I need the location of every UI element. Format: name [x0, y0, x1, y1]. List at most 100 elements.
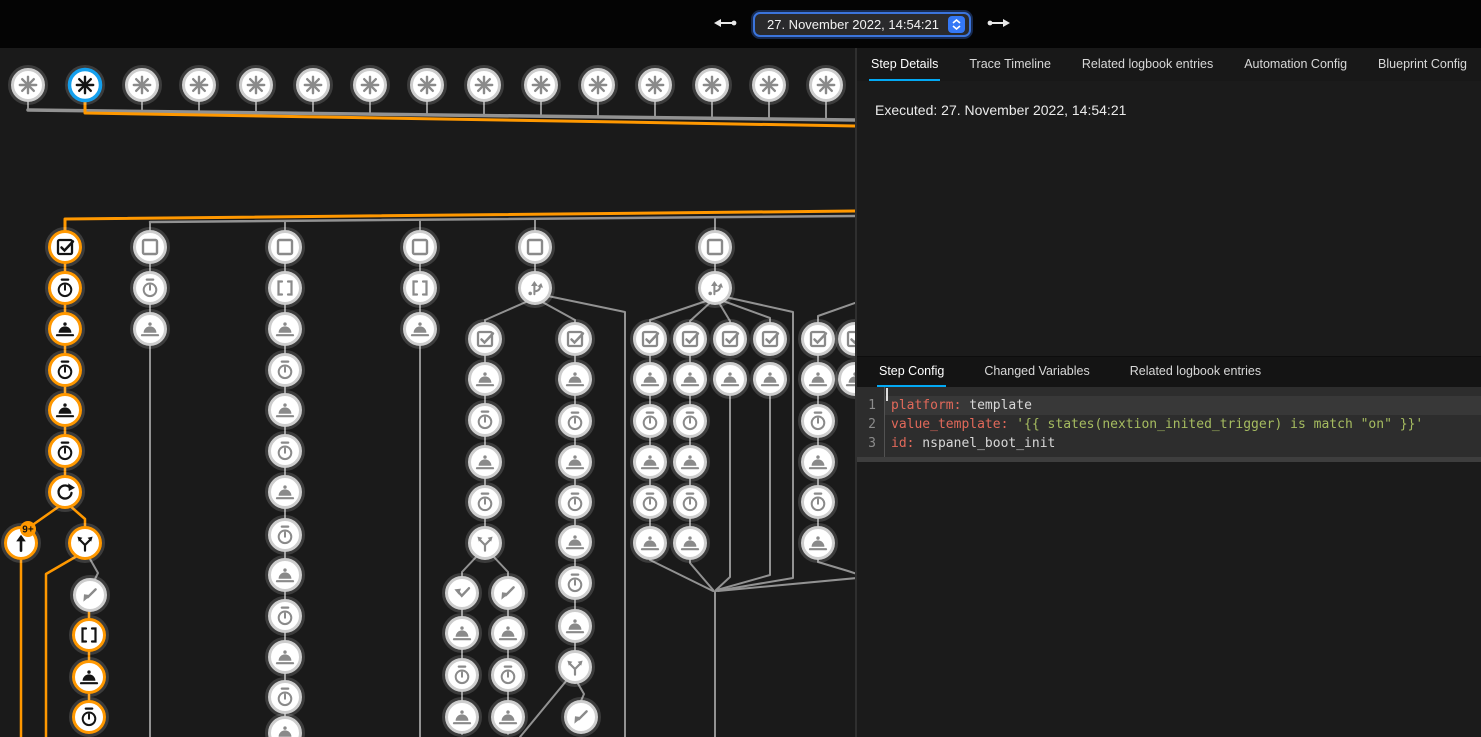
graph-node-dome-icon[interactable]	[490, 615, 527, 652]
graph-node-call-split-icon[interactable]	[67, 525, 104, 562]
code-line[interactable]: 2value_template: '{{ states(nextion_init…	[857, 415, 1481, 434]
graph-node-arrow-decision-icon[interactable]	[697, 270, 734, 307]
graph-node-call-split-icon[interactable]	[467, 525, 504, 562]
graph-node-dome-icon[interactable]	[837, 361, 856, 398]
graph-node-square-icon[interactable]	[132, 229, 169, 266]
graph-node-timer-icon[interactable]	[557, 403, 594, 440]
graph-node-arrow-check-icon[interactable]	[444, 575, 481, 612]
graph-node-asterisk-icon[interactable]	[10, 67, 47, 104]
yaml-code-editor[interactable]: 1platform: template2value_template: '{{ …	[857, 387, 1481, 462]
previous-run-button[interactable]	[712, 15, 740, 34]
graph-node-asterisk-icon[interactable]	[466, 67, 503, 104]
graph-node-timer-icon[interactable]	[557, 484, 594, 521]
graph-node-asterisk-icon[interactable]	[751, 67, 788, 104]
graph-node-asterisk-icon[interactable]	[523, 67, 560, 104]
tab-trace-timeline[interactable]: Trace Timeline	[967, 48, 1053, 81]
graph-node-dome-icon[interactable]	[672, 444, 709, 481]
graph-node-checkbox-icon[interactable]	[800, 321, 837, 358]
graph-node-checkbox-icon[interactable]	[632, 321, 669, 358]
graph-node-dome-icon[interactable]	[267, 715, 304, 737]
graph-node-dome-icon[interactable]	[632, 444, 669, 481]
graph-node-checkbox-icon[interactable]	[837, 321, 856, 358]
graph-node-timer-icon[interactable]	[132, 270, 169, 307]
graph-node-dome-icon[interactable]	[672, 525, 709, 562]
graph-node-asterisk-icon[interactable]	[352, 67, 389, 104]
graph-node-asterisk-icon[interactable]	[580, 67, 617, 104]
graph-node-brackets-icon[interactable]	[402, 270, 439, 307]
graph-node-checkbox-icon[interactable]	[752, 321, 789, 358]
graph-node-timer-icon[interactable]	[800, 484, 837, 521]
graph-node-checkbox-icon[interactable]	[47, 229, 84, 266]
graph-node-square-icon[interactable]	[402, 229, 439, 266]
tab-changed-variables[interactable]: Changed Variables	[982, 357, 1091, 387]
graph-node-timer-icon[interactable]	[672, 403, 709, 440]
code-line[interactable]: 3id: nspanel_boot_init	[857, 434, 1481, 453]
graph-node-timer-icon[interactable]	[467, 402, 504, 439]
graph-node-timer-icon[interactable]	[632, 403, 669, 440]
graph-node-dome-icon[interactable]	[444, 615, 481, 652]
graph-node-asterisk-icon[interactable]	[694, 67, 731, 104]
graph-node-asterisk-icon[interactable]	[238, 67, 275, 104]
graph-node-checkbox-icon[interactable]	[672, 321, 709, 358]
graph-node-checkbox-icon[interactable]	[557, 321, 594, 358]
graph-node-dome-icon[interactable]	[632, 361, 669, 398]
next-run-button[interactable]	[984, 15, 1012, 34]
tab-step-details[interactable]: Step Details	[869, 48, 940, 81]
graph-node-timer-icon[interactable]	[800, 403, 837, 440]
graph-node-dome-icon[interactable]	[402, 311, 439, 348]
code-line[interactable]: 1platform: template	[857, 396, 1481, 415]
graph-node-arrow-bottom-left-icon[interactable]	[563, 699, 600, 736]
tab-blueprint-config[interactable]: Blueprint Config	[1376, 48, 1469, 81]
graph-node-timer-icon[interactable]	[47, 270, 84, 307]
tab-automation-config[interactable]: Automation Config	[1242, 48, 1349, 81]
graph-node-dome-icon[interactable]	[800, 525, 837, 562]
graph-node-dome-icon[interactable]	[267, 392, 304, 429]
graph-node-checkbox-icon[interactable]	[467, 321, 504, 358]
graph-node-timer-icon[interactable]	[467, 484, 504, 521]
graph-node-call-split-icon[interactable]	[557, 649, 594, 686]
graph-node-asterisk-icon[interactable]	[181, 67, 218, 104]
graph-node-dome-icon[interactable]	[71, 659, 108, 696]
graph-node-dome-icon[interactable]	[467, 444, 504, 481]
graph-node-checkbox-icon[interactable]	[712, 321, 749, 358]
graph-node-dome-icon[interactable]	[132, 311, 169, 348]
graph-node-asterisk-icon[interactable]	[295, 67, 332, 104]
graph-node-timer-icon[interactable]	[267, 598, 304, 635]
graph-node-dome-icon[interactable]	[557, 608, 594, 645]
graph-node-dome-icon[interactable]	[800, 361, 837, 398]
graph-node-asterisk-icon[interactable]	[409, 67, 446, 104]
graph-node-timer-icon[interactable]	[672, 484, 709, 521]
graph-node-dome-icon[interactable]	[557, 361, 594, 398]
graph-node-dome-icon[interactable]	[444, 699, 481, 736]
graph-node-timer-icon[interactable]	[444, 657, 481, 694]
graph-node-dome-icon[interactable]	[267, 557, 304, 594]
graph-node-timer-icon[interactable]	[47, 433, 84, 470]
graph-node-asterisk-icon[interactable]	[124, 67, 161, 104]
graph-node-timer-icon[interactable]	[632, 484, 669, 521]
graph-node-timer-icon[interactable]	[267, 679, 304, 716]
graph-node-dome-icon[interactable]	[47, 392, 84, 429]
graph-node-dome-icon[interactable]	[267, 639, 304, 676]
graph-node-square-icon[interactable]	[697, 229, 734, 266]
graph-node-timer-icon[interactable]	[557, 565, 594, 602]
graph-node-repeat-icon[interactable]	[47, 474, 84, 511]
graph-node-brackets-icon[interactable]	[267, 270, 304, 307]
graph-node-dome-icon[interactable]	[712, 361, 749, 398]
graph-node-timer-icon[interactable]	[71, 699, 108, 736]
graph-node-dome-icon[interactable]	[632, 525, 669, 562]
graph-node-square-icon[interactable]	[267, 229, 304, 266]
graph-node-arrow-decision-icon[interactable]	[517, 270, 554, 307]
tab-step-config[interactable]: Step Config	[877, 357, 946, 387]
tab-related-logbook-entries[interactable]: Related logbook entries	[1080, 48, 1215, 81]
graph-node-arrow-bottom-left-icon[interactable]	[490, 575, 527, 612]
graph-node-brackets-icon[interactable]	[71, 617, 108, 654]
graph-node-dome-icon[interactable]	[557, 444, 594, 481]
graph-node-dome-icon[interactable]	[752, 361, 789, 398]
graph-node-timer-icon[interactable]	[490, 657, 527, 694]
graph-node-dome-icon[interactable]	[490, 699, 527, 736]
graph-node-dome-icon[interactable]	[47, 311, 84, 348]
graph-node-timer-icon[interactable]	[267, 433, 304, 470]
graph-node-timer-icon[interactable]	[267, 352, 304, 389]
graph-node-timer-icon[interactable]	[267, 517, 304, 554]
graph-node-arrow-up-icon[interactable]: 9+	[3, 521, 40, 562]
